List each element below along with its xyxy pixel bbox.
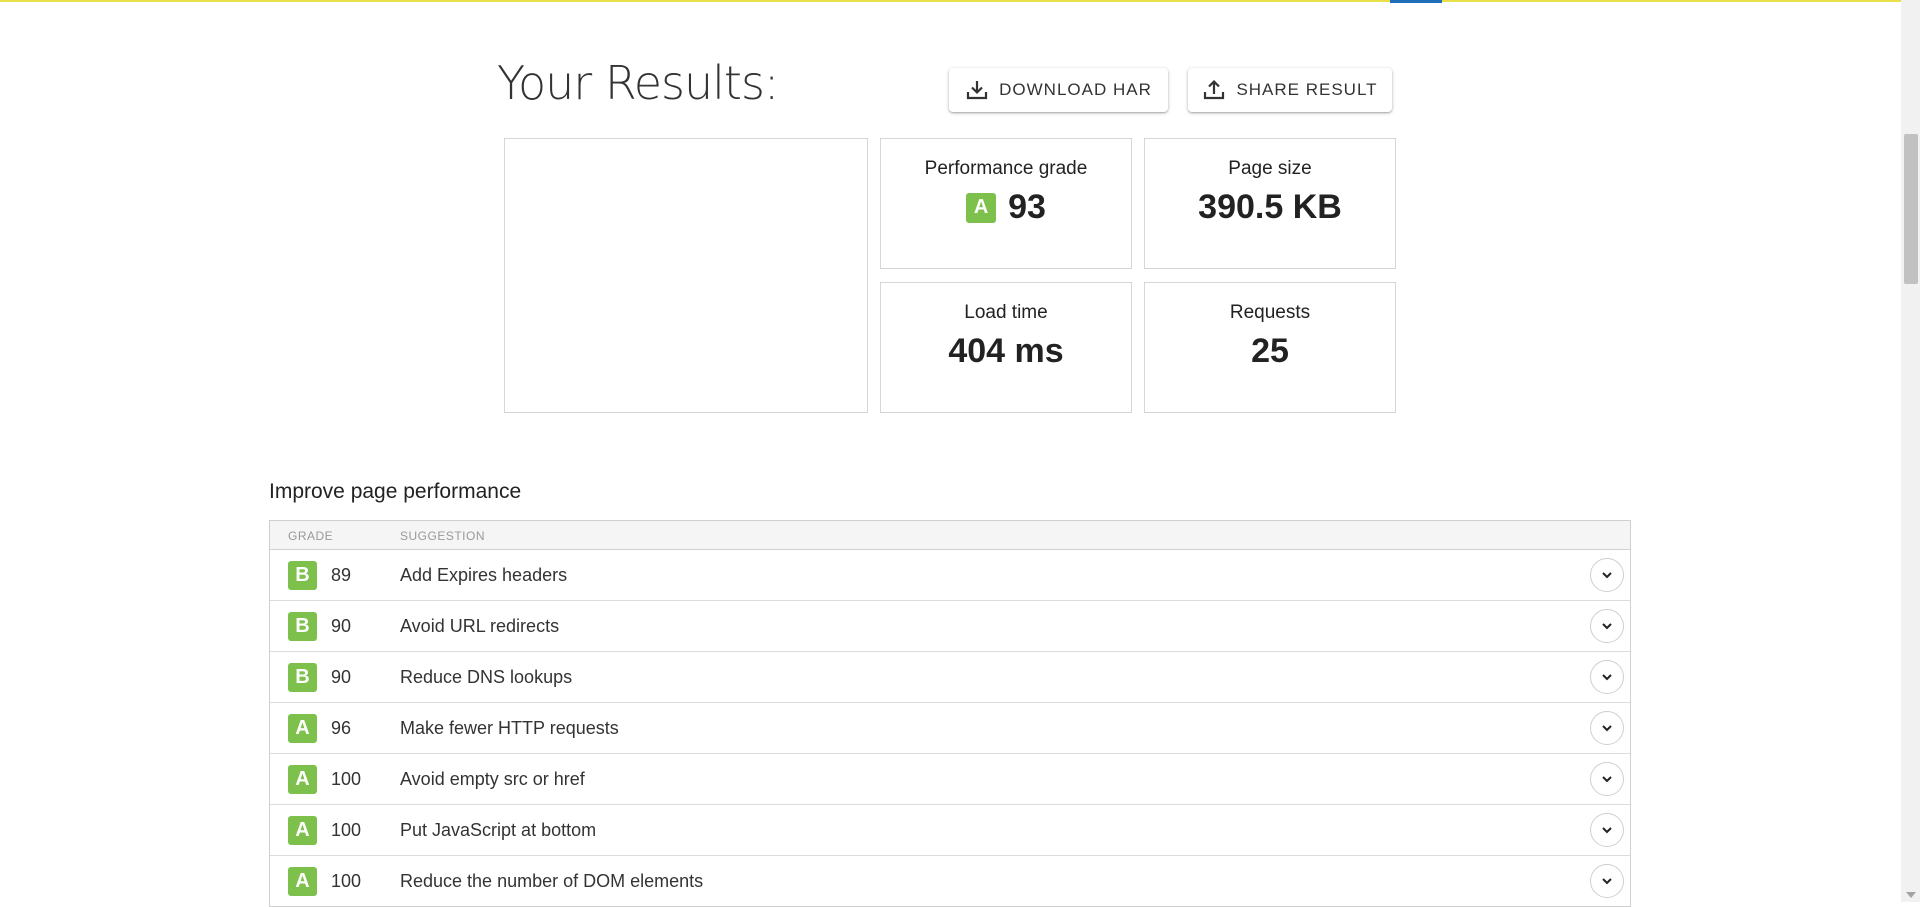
chevron-down-icon [1602,776,1612,783]
suggestion-text: Add Expires headers [400,564,568,585]
scroll-down-arrow-icon[interactable] [1906,892,1916,898]
share-icon [1204,79,1225,100]
page-screenshot-preview [504,138,868,413]
top-accent-line [0,0,1920,2]
suggestion-text: Reduce the number of DOM elements [400,870,704,891]
chevron-down-icon [1602,674,1612,681]
grade-badge: B [288,560,317,590]
score: 90 [331,615,352,636]
improve-section-title: Improve page performance [269,480,522,503]
grade-badge: A [288,866,317,896]
load-time-card: Load time 404 ms [880,282,1132,413]
requests-label: Requests [1229,302,1311,323]
grade-badge: A [966,192,997,223]
table-row[interactable]: A 100 Avoid empty src or href [270,754,1630,805]
page-size-value: 390.5 KB [1198,188,1342,226]
chevron-down-icon [1602,623,1612,630]
load-time-value: 404 ms [948,332,1064,370]
download-har-label: DOWNLOAD HAR [999,80,1152,99]
expand-button[interactable] [1590,813,1624,847]
table-row[interactable]: A 96 Make fewer HTTP requests [270,703,1630,754]
score: 100 [331,819,362,840]
share-result-button[interactable]: SHARE RESULT [1188,68,1392,112]
score: 100 [331,870,362,891]
table-row[interactable]: B 90 Avoid URL redirects [270,601,1630,652]
suggestion-text: Reduce DNS lookups [400,666,573,687]
table-row[interactable]: A 100 Put JavaScript at bottom [270,805,1630,856]
table-row[interactable]: B 90 Reduce DNS lookups [270,652,1630,703]
table-header: GRADE SUGGESTION [270,521,1630,550]
expand-button[interactable] [1590,660,1624,694]
table-row[interactable]: A 100 Reduce the number of DOM elements [270,856,1630,906]
suggestion-text: Avoid URL redirects [400,615,560,636]
table-row[interactable]: B 89 Add Expires headers [270,550,1630,601]
requests-value: 25 [1251,332,1289,370]
expand-button[interactable] [1590,558,1624,592]
column-header-suggestion: SUGGESTION [400,529,486,543]
grade-badge: A [288,713,317,743]
chevron-down-icon [1602,572,1612,579]
suggestion-text: Avoid empty src or href [400,768,585,789]
expand-button[interactable] [1590,711,1624,745]
score: 100 [331,768,362,789]
performance-grade-label: Performance grade [924,158,1088,179]
chevron-down-icon [1602,725,1612,732]
suggestion-text: Put JavaScript at bottom [400,819,597,840]
share-result-label: SHARE RESULT [1236,80,1378,99]
performance-grade-value: 93 [1008,188,1046,226]
expand-button[interactable] [1590,609,1624,643]
vertical-scrollbar[interactable] [1901,0,1920,902]
page-size-label: Page size [1228,158,1312,179]
score: 96 [331,717,352,738]
requests-card: Requests 25 [1144,282,1396,413]
performance-grade-card: Performance grade A 93 [880,138,1132,269]
page-size-card: Page size 390.5 KB [1144,138,1396,269]
page-title: Your Results: [497,56,779,110]
expand-button[interactable] [1590,864,1624,898]
performance-grade-value-wrap: A 93 [966,188,1046,227]
scrollbar-thumb[interactable] [1904,134,1918,284]
expand-button[interactable] [1590,762,1624,796]
column-header-grade: GRADE [288,529,334,543]
top-tab-indicator [1390,0,1442,3]
grade-badge: A [288,815,317,845]
grade-badge: B [288,611,317,641]
chevron-down-icon [1602,878,1612,885]
download-har-button[interactable]: DOWNLOAD HAR [949,68,1168,112]
grade-badge: A [288,764,317,794]
score: 90 [331,666,352,687]
grade-badge: B [288,662,317,692]
suggestions-table: GRADE SUGGESTION B 89 Add Expires header… [269,520,1631,907]
suggestion-text: Make fewer HTTP requests [400,717,619,738]
load-time-label: Load time [964,302,1048,323]
download-icon [967,81,988,100]
chevron-down-icon [1602,827,1612,834]
score: 89 [331,564,352,585]
